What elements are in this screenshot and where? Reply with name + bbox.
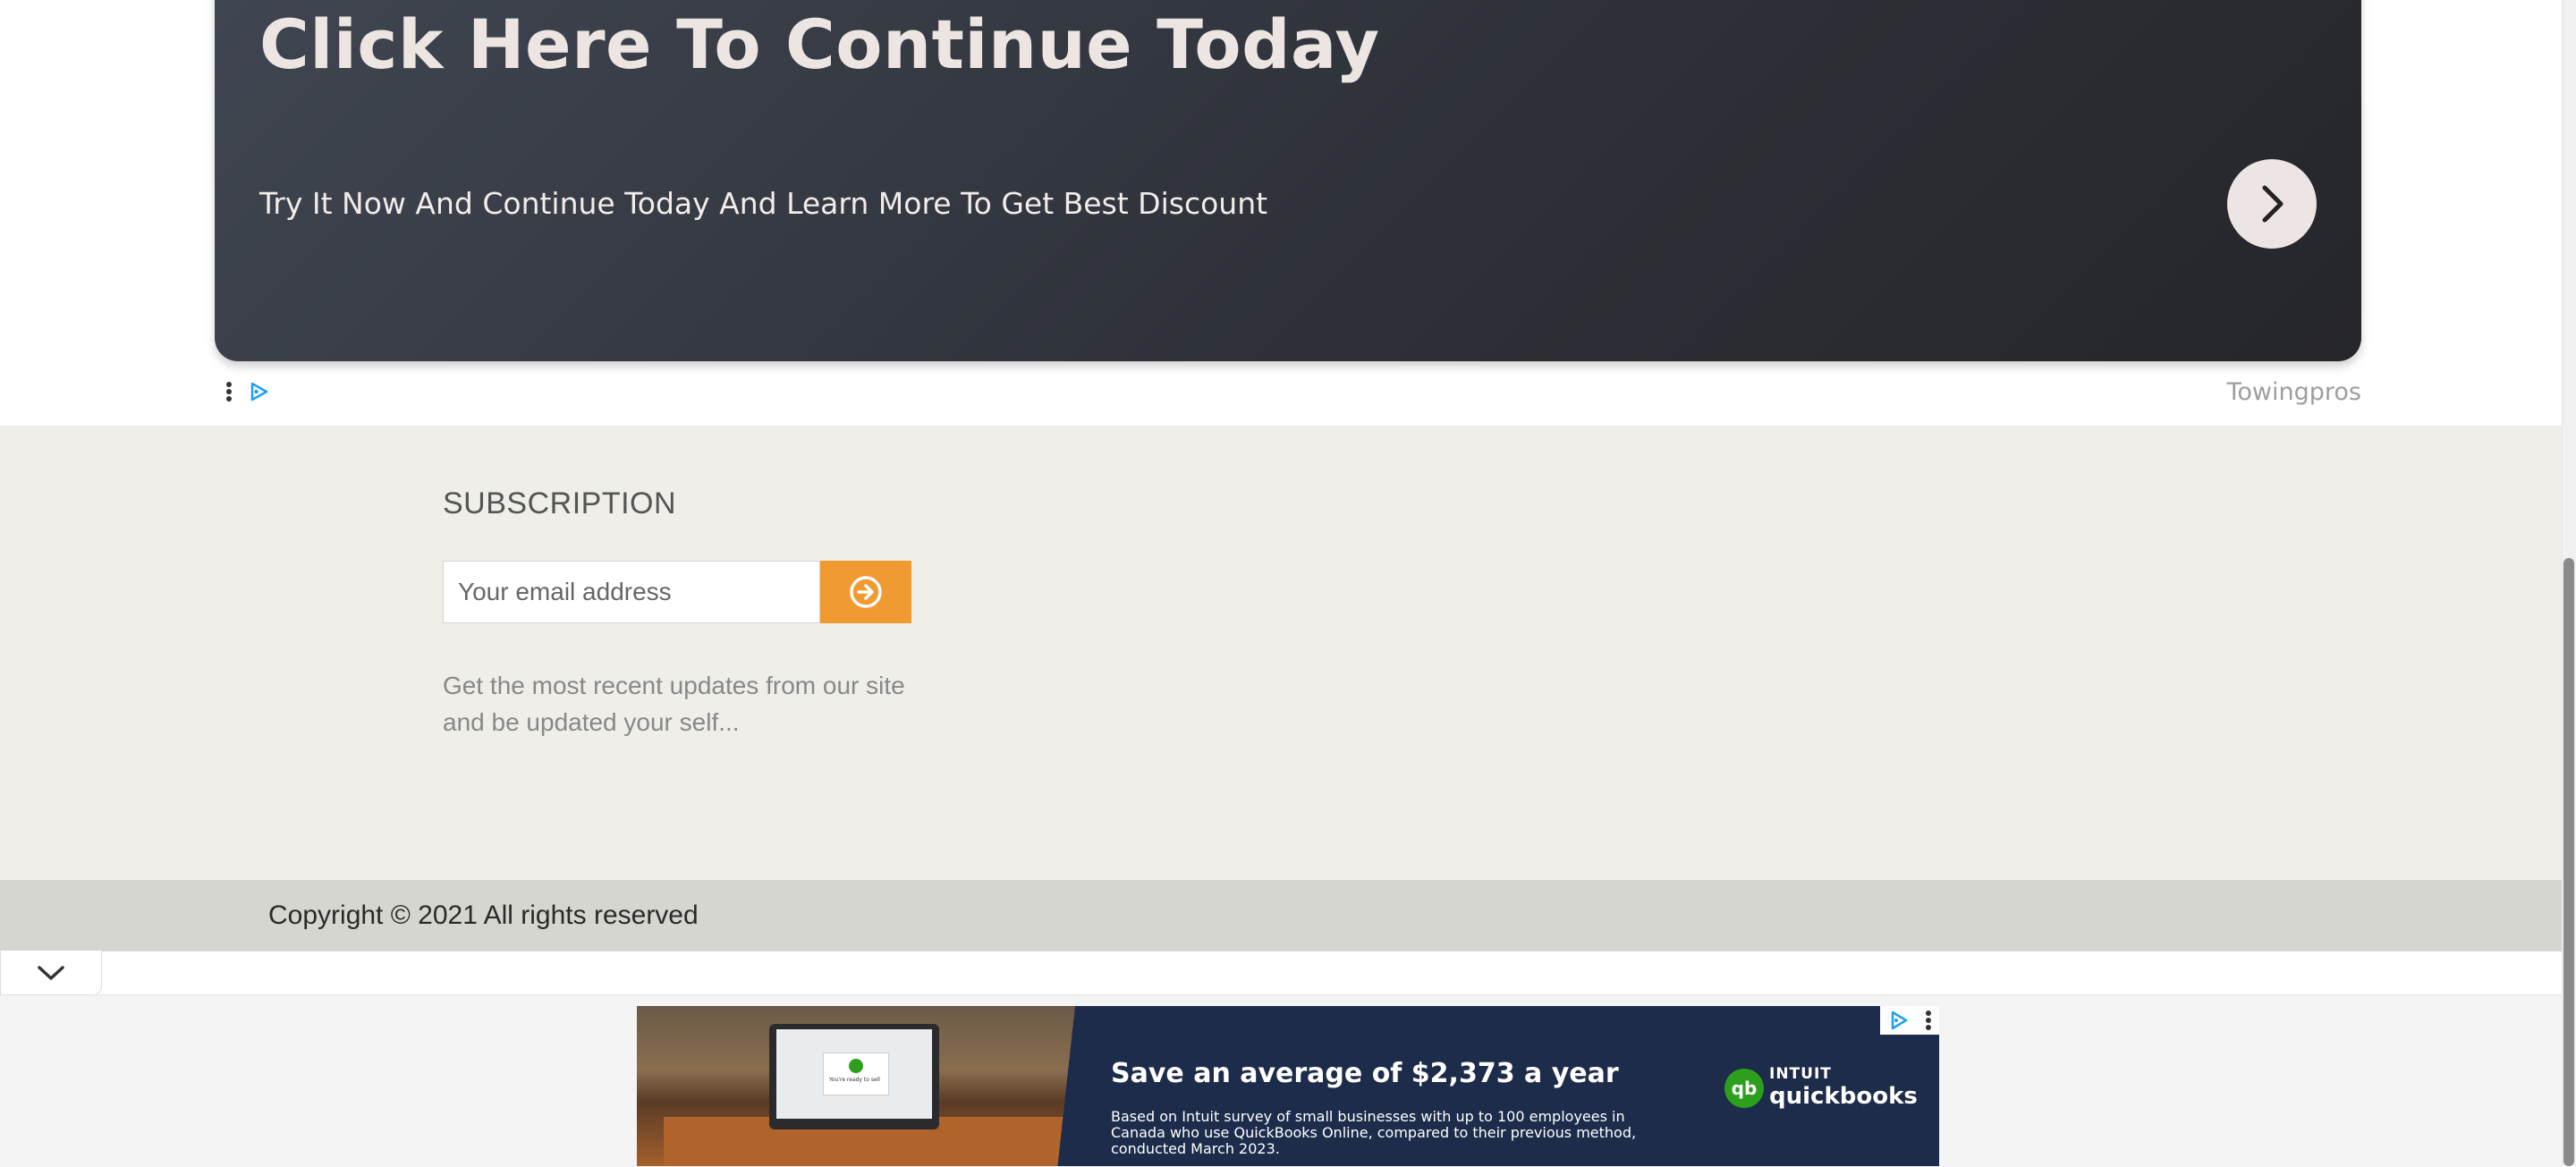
subscription-title: SUBSCRIPTION <box>443 486 677 520</box>
subscription-section: SUBSCRIPTION Get the most recent updates… <box>0 426 2562 880</box>
laptop-image: You're ready to sell <box>769 1024 939 1129</box>
popup-text: You're ready to sell <box>829 1077 880 1083</box>
ad-options-icon[interactable] <box>225 381 233 402</box>
ad-subtext[interactable]: Try It Now And Continue Today And Learn … <box>259 182 1267 225</box>
arrow-circle-right-icon <box>850 576 882 608</box>
adchoices-icon[interactable] <box>1888 1010 1910 1031</box>
chevron-right-icon <box>2262 185 2284 223</box>
brand-intuit: INTUIT <box>1769 1065 1832 1083</box>
native-ad-card[interactable]: Click Here To Continue Today Try It Now … <box>215 0 2361 361</box>
copyright-text: Copyright © 2021 All rights reserved <box>268 901 699 930</box>
screen-popup: You're ready to sell <box>823 1053 889 1095</box>
banner-adchoices[interactable] <box>1880 1006 1939 1035</box>
adchoices-icon[interactable] <box>247 380 270 403</box>
scrollbar-thumb[interactable] <box>2563 558 2574 1166</box>
ad-options-icon[interactable] <box>1925 1010 1932 1031</box>
subscription-description: Get the most recent updates from our sit… <box>443 672 905 736</box>
chevron-down-icon <box>38 965 64 980</box>
laptop-screen: You're ready to sell <box>776 1029 932 1119</box>
brand-quickbooks: quickbooks <box>1769 1083 1918 1110</box>
footer: Copyright © 2021 All rights reserved <box>0 880 2562 951</box>
quickbooks-banner-ad[interactable]: You're ready to sell Save an average of … <box>637 1006 1939 1166</box>
ad-continue-button[interactable] <box>2227 159 2317 249</box>
banner-headline: Save an average of $2,373 a year <box>1111 1058 1619 1089</box>
ad-headline[interactable]: Click Here To Continue Today <box>259 0 1380 89</box>
subscribe-submit-button[interactable] <box>820 561 911 623</box>
ad-advertiser-name[interactable]: Towingpros <box>2227 376 2362 410</box>
anchor-ad-collapse-button[interactable] <box>0 951 102 995</box>
banner-fine-print: Based on Intuit survey of small business… <box>1111 1108 1637 1157</box>
check-icon <box>849 1059 863 1073</box>
quickbooks-logo-icon: qb <box>1724 1069 1764 1108</box>
banner-photo: You're ready to sell <box>637 1006 1075 1166</box>
email-field[interactable] <box>443 561 820 623</box>
